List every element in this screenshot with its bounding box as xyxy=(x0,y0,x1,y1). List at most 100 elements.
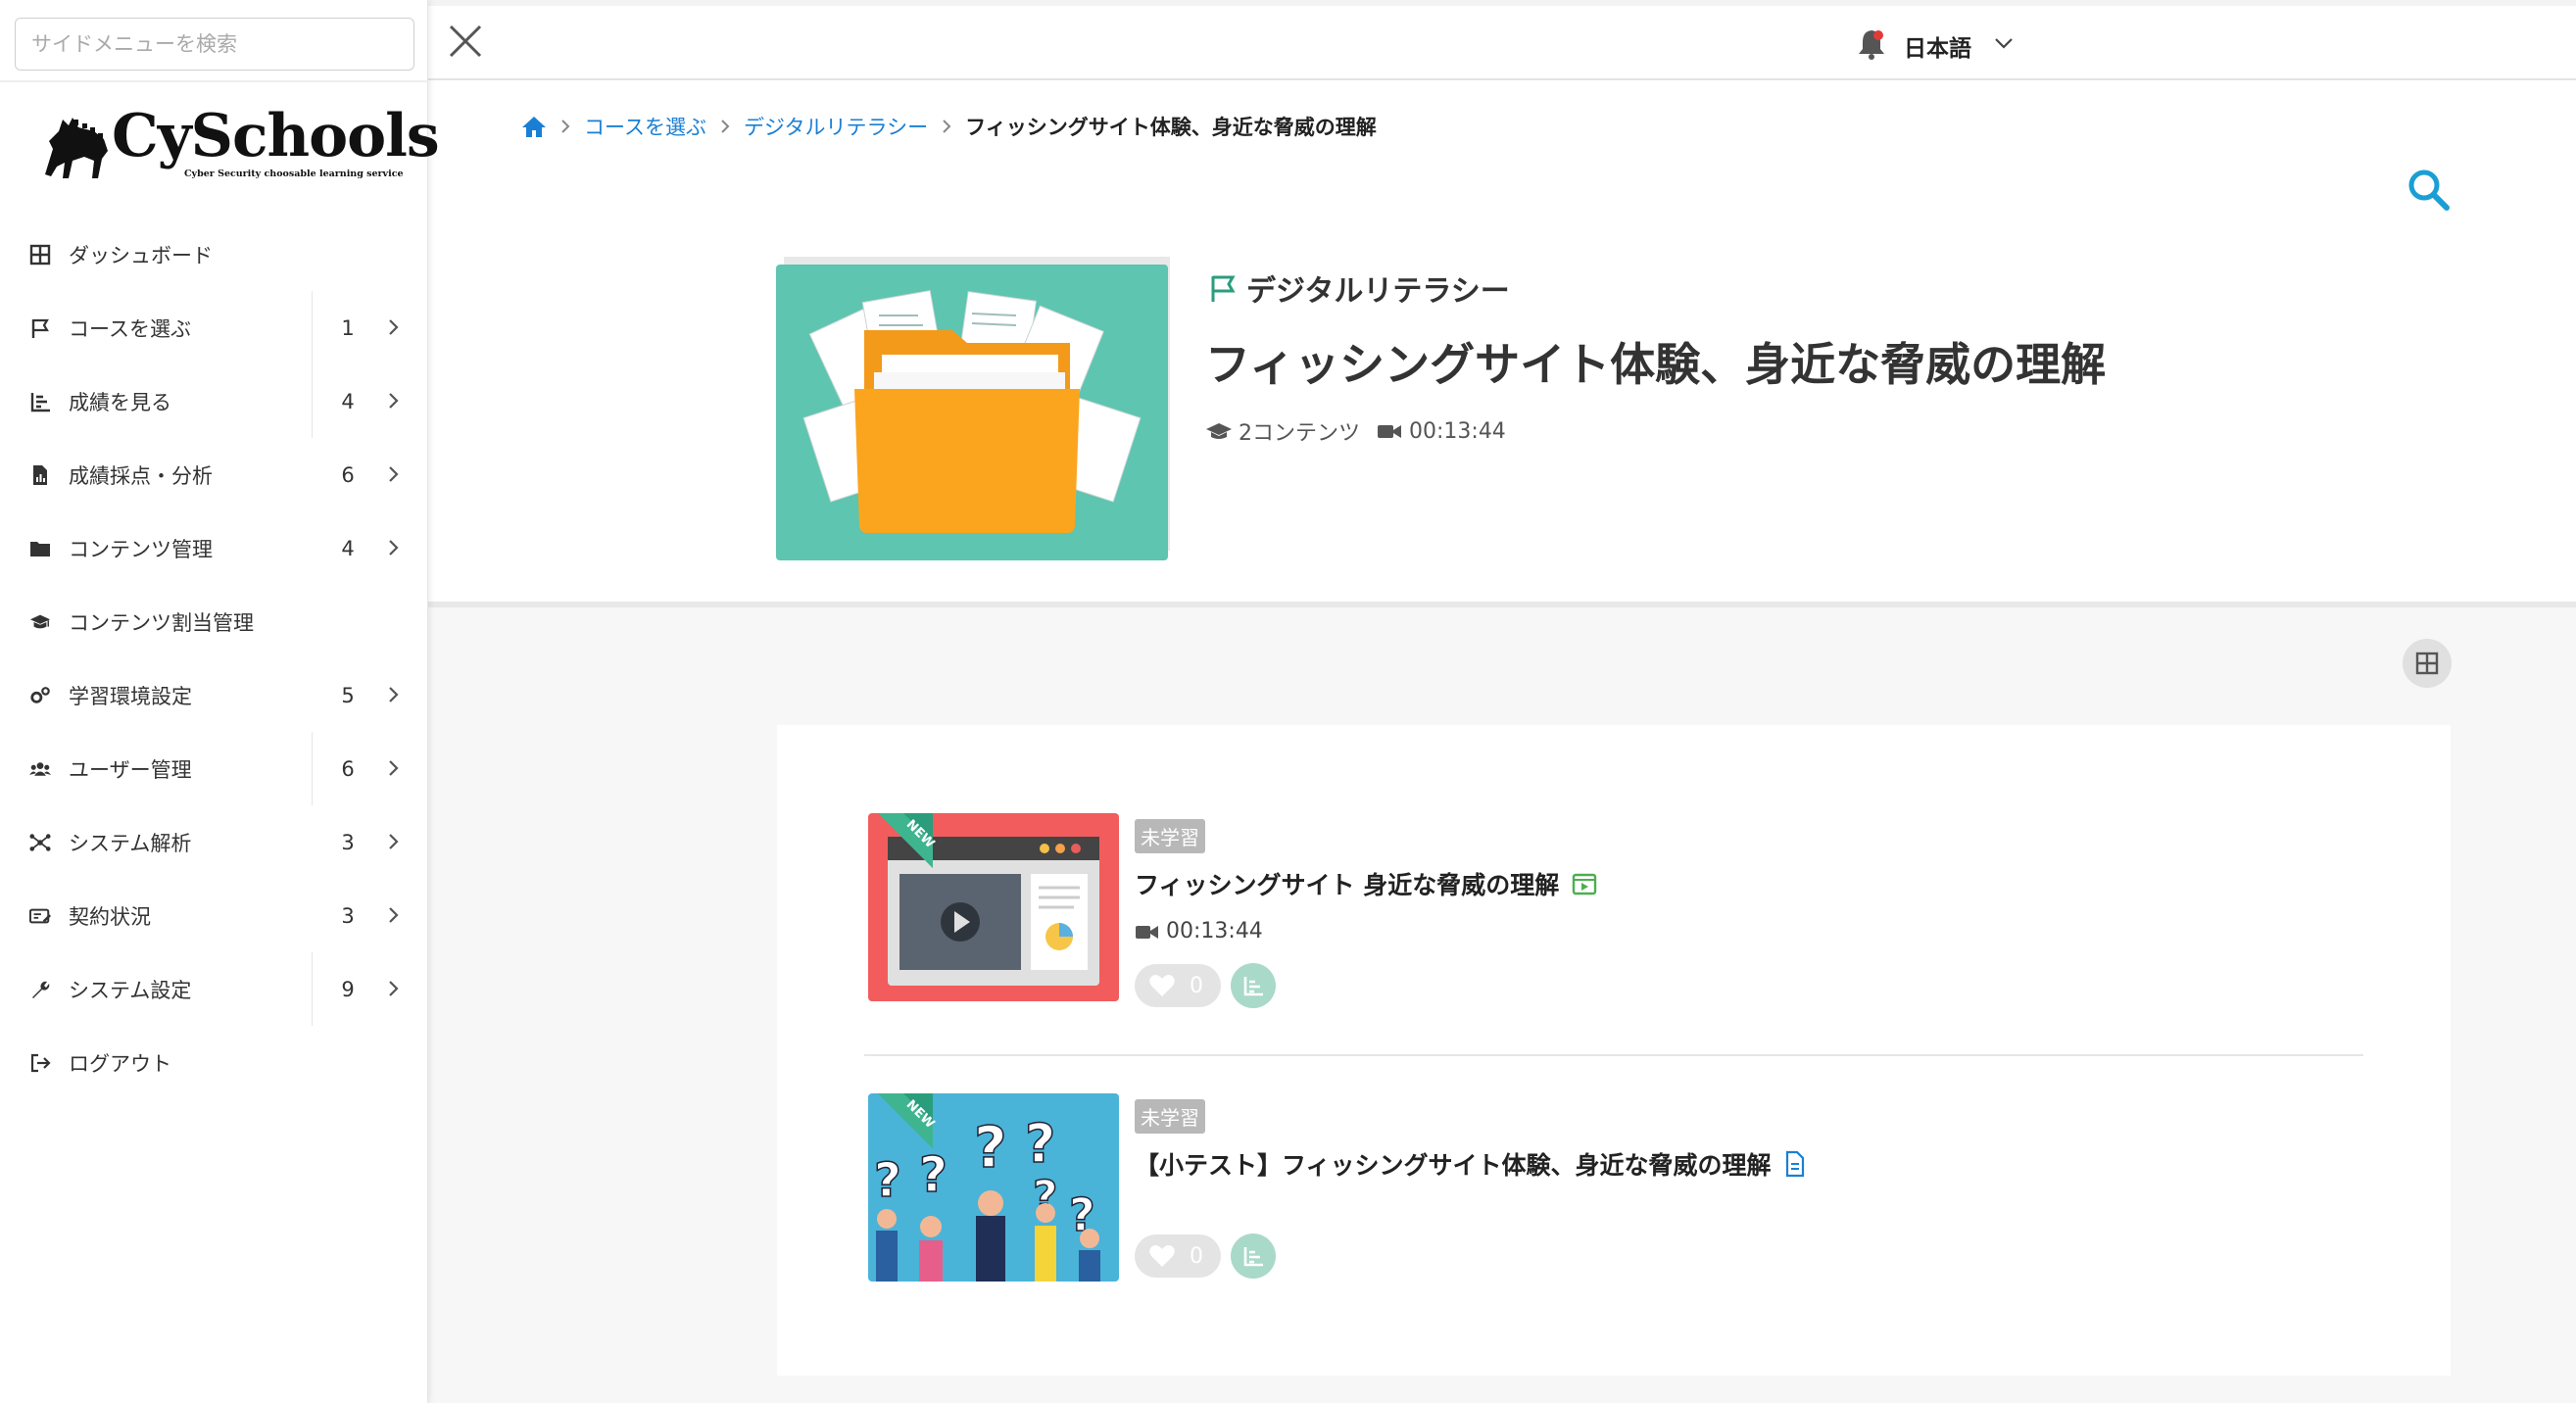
content-thumbnail[interactable]: ? ? ? ? ? ? NEW xyxy=(868,1093,1119,1282)
sidebar-item-learning-environment[interactable]: 学習環境設定 5 xyxy=(0,658,428,732)
sidebar-menu: ダッシュボード コースを選ぶ 1 成績を見る 4 成績採点・分析 6 コンテンツ… xyxy=(0,218,428,1099)
course-category: デジタルリテラシー xyxy=(1205,266,1510,310)
content-title[interactable]: 【小テスト】フィッシングサイト体験、身近な脅威の理解 xyxy=(1135,1146,1807,1182)
grid-view-toggle[interactable] xyxy=(2403,639,2452,688)
sidebar-item-content-management[interactable]: コンテンツ管理 4 xyxy=(0,511,428,585)
heart-icon xyxy=(1149,1245,1175,1267)
content-item[interactable]: NEW 未学習 フィッシングサイト 身近な脅威の理解 00:13:44 0 xyxy=(868,813,2363,1009)
like-count: 0 xyxy=(1190,973,1203,998)
sidebar-item-user-management[interactable]: ユーザー管理 6 xyxy=(0,732,428,805)
language-selector[interactable]: 日本語 xyxy=(1904,29,1971,63)
chevron-right-icon xyxy=(561,120,570,133)
like-button[interactable]: 0 xyxy=(1135,964,1221,1007)
bell-icon[interactable] xyxy=(1855,27,1888,61)
bar-chart-icon xyxy=(1243,1247,1263,1267)
divider xyxy=(312,364,313,438)
content-title-text: 【小テスト】フィッシングサイト体験、身近な脅威の理解 xyxy=(1135,1151,1772,1180)
sidebar: CySchools Cyber Security choosable learn… xyxy=(0,0,440,1403)
chevron-right-icon[interactable] xyxy=(382,978,404,999)
graduation-cap-icon xyxy=(1206,423,1232,439)
bar-chart-icon xyxy=(29,391,51,412)
chevron-right-icon[interactable] xyxy=(382,537,404,558)
document-icon xyxy=(1785,1150,1804,1178)
home-icon[interactable] xyxy=(521,115,547,138)
svg-text:?: ? xyxy=(1025,1113,1055,1175)
contract-card-icon xyxy=(29,905,51,927)
sidebar-item-count: 4 xyxy=(341,389,355,413)
logo[interactable]: CySchools Cyber Security choosable learn… xyxy=(39,102,440,186)
close-icon[interactable] xyxy=(446,22,485,61)
course-category-label: デジタルリテラシー xyxy=(1246,274,1510,309)
divider xyxy=(312,291,313,364)
document-chart-icon xyxy=(29,464,51,486)
status-badge: 未学習 xyxy=(1135,1099,1205,1134)
sidebar-item-grading[interactable]: 成績採点・分析 6 xyxy=(0,438,428,511)
sidebar-item-dashboard[interactable]: ダッシュボード xyxy=(0,218,428,291)
top-bar: 日本語 xyxy=(428,6,2576,80)
chevron-right-icon[interactable] xyxy=(382,904,404,926)
search-icon[interactable] xyxy=(2406,167,2451,212)
divider xyxy=(864,1054,2363,1056)
sidebar-item-label: システム設定 xyxy=(69,978,192,1002)
sidebar-item-contract-status[interactable]: 契約状況 3 xyxy=(0,879,428,952)
like-button[interactable]: 0 xyxy=(1135,1234,1221,1278)
breadcrumb: コースを選ぶ デジタルリテラシー フィッシングサイト体験、身近な脅威の理解 xyxy=(521,112,1377,141)
divider xyxy=(312,952,313,1026)
heart-icon xyxy=(1149,975,1175,996)
content-thumbnail[interactable]: NEW xyxy=(868,813,1119,1001)
video-camera-icon xyxy=(1136,925,1158,939)
sidebar-item-logout[interactable]: ログアウト xyxy=(0,1026,428,1099)
svg-text:?: ? xyxy=(919,1146,948,1203)
sidebar-search-input[interactable] xyxy=(15,18,414,71)
divider xyxy=(312,732,313,805)
sidebar-item-count: 5 xyxy=(341,683,355,707)
sidebar-item-course[interactable]: コースを選ぶ 1 xyxy=(0,291,428,364)
sidebar-item-count: 1 xyxy=(341,315,355,340)
stats-button[interactable] xyxy=(1231,963,1276,1008)
sidebar-item-label: 成績を見る xyxy=(69,390,171,414)
content-duration: 00:13:44 xyxy=(1135,919,1263,943)
sidebar-item-results[interactable]: 成績を見る 4 xyxy=(0,364,428,438)
sidebar-item-count: 4 xyxy=(341,536,355,560)
chevron-down-icon[interactable] xyxy=(1992,33,2016,53)
sidebar-item-system-analysis[interactable]: システム解析 3 xyxy=(0,805,428,879)
content-title[interactable]: フィッシングサイト 身近な脅威の理解 xyxy=(1135,866,1598,901)
content-item[interactable]: ? ? ? ? ? ? NEW 未学習 【小テスト】フィッシングサイト体験、身近… xyxy=(868,1093,2363,1289)
sidebar-item-count: 9 xyxy=(341,977,355,1001)
users-icon xyxy=(29,758,51,780)
sidebar-item-content-assignment[interactable]: コンテンツ割当管理 xyxy=(0,585,428,658)
chevron-right-icon[interactable] xyxy=(382,684,404,705)
stats-button[interactable] xyxy=(1231,1234,1276,1279)
sidebar-item-label: コンテンツ管理 xyxy=(69,537,213,561)
video-file-icon xyxy=(1573,873,1597,895)
course-duration: 00:13:44 xyxy=(1409,418,1506,444)
svg-text:?: ? xyxy=(974,1114,1007,1181)
chevron-right-icon[interactable] xyxy=(382,390,404,411)
content-count: 2コンテンツ xyxy=(1239,421,1360,446)
gears-icon xyxy=(29,685,51,706)
grid-icon xyxy=(2415,652,2439,675)
content-duration-text: 00:13:44 xyxy=(1166,919,1263,943)
sidebar-item-system-settings[interactable]: システム設定 9 xyxy=(0,952,428,1026)
sidebar-item-label: 成績採点・分析 xyxy=(69,463,213,488)
sidebar-item-label: コースを選ぶ xyxy=(69,316,191,341)
network-icon xyxy=(29,832,51,853)
chevron-right-icon[interactable] xyxy=(382,831,404,852)
chevron-right-icon[interactable] xyxy=(382,463,404,485)
course-thumbnail xyxy=(776,257,1170,560)
logo-tagline: Cyber Security choosable learning servic… xyxy=(184,169,404,179)
content-title-text: フィッシングサイト 身近な脅威の理解 xyxy=(1135,871,1560,899)
dashboard-icon xyxy=(29,244,51,266)
sidebar-item-label: システム解析 xyxy=(69,831,192,855)
course-title: フィッシングサイト体験、身近な脅威の理解 xyxy=(1205,338,2107,391)
breadcrumb-link-category[interactable]: デジタルリテラシー xyxy=(744,112,928,141)
breadcrumb-link-course[interactable]: コースを選ぶ xyxy=(584,112,706,141)
status-badge: 未学習 xyxy=(1135,819,1205,853)
logout-icon xyxy=(29,1052,51,1074)
folder-icon xyxy=(29,538,51,559)
chevron-right-icon[interactable] xyxy=(382,316,404,338)
course-meta: 2コンテンツ 00:13:44 xyxy=(1205,415,1506,447)
chevron-right-icon[interactable] xyxy=(382,757,404,779)
sidebar-item-count: 3 xyxy=(341,903,355,928)
sidebar-item-label: 学習環境設定 xyxy=(69,684,192,708)
